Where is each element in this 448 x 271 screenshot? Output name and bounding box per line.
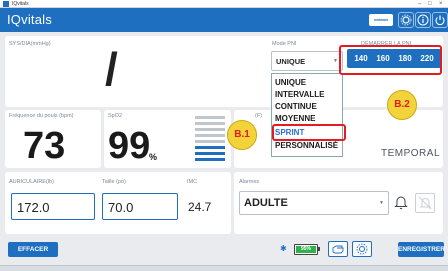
battery-level: 95%: [296, 246, 316, 253]
mode-pni-dropdown[interactable]: UNIQUE ▼: [271, 51, 343, 71]
pulse-panel: Fréquence du pouls (bpm) 73: [5, 110, 101, 168]
spo2-label: SpO2: [108, 113, 123, 119]
alarm-mute-icon[interactable]: [415, 193, 435, 213]
settings-icon[interactable]: [352, 241, 372, 257]
save-button[interactable]: ENREGISTRER: [398, 242, 445, 257]
chevron-down-icon: ▼: [333, 58, 338, 64]
midmark-logo: midmark: [369, 14, 393, 26]
option-moyenne[interactable]: MOYENNE: [275, 114, 315, 123]
annotation-b1-frame: [272, 124, 346, 141]
alarms-panel: Alarmes ADULTE ▼: [234, 172, 443, 234]
imc-value: 24.7: [188, 200, 212, 214]
window-title: IQvitals: [12, 1, 29, 7]
app-icon: [3, 1, 9, 7]
window-titlebar: IQvitals – □ ×: [0, 0, 448, 8]
auricular-input[interactable]: 172.0: [11, 193, 95, 220]
battery-tip: [318, 247, 320, 251]
bluetooth-icon: ✱: [280, 244, 287, 253]
auricular-value: 172.0: [17, 200, 50, 215]
maximize-button[interactable]: □: [428, 0, 432, 8]
alarms-selected: ADULTE: [244, 197, 288, 209]
option-intervalle[interactable]: INTERVALLE: [275, 90, 324, 99]
pulse-label: Fréquence du pouls (bpm): [9, 113, 74, 119]
temperature-unit-label: (F): [255, 113, 263, 119]
height-label: Taille (po): [102, 179, 126, 185]
annotation-b1-badge: B.1: [227, 120, 257, 150]
clear-button[interactable]: EFFACER: [8, 242, 58, 257]
option-unique[interactable]: UNIQUE: [275, 78, 306, 87]
option-continue[interactable]: CONTINUE: [275, 102, 317, 111]
hand-icon[interactable]: [328, 241, 348, 257]
alarms-dropdown[interactable]: ADULTE ▼: [239, 191, 389, 215]
battery-icon: 95%: [294, 244, 318, 255]
chevron-down-icon: ▼: [379, 200, 384, 206]
mode-pni-label: Mode PNI: [272, 41, 297, 47]
brand-name: IQvitals: [7, 12, 52, 27]
spo2-panel: SpO2 99 %: [104, 110, 231, 168]
pulse-value: 73: [23, 125, 66, 167]
close-window-button[interactable]: ×: [439, 0, 443, 8]
mode-pni-selected: UNIQUE: [276, 57, 306, 66]
spo2-unit: %: [149, 152, 158, 162]
spo2-value: 99: [108, 125, 151, 167]
settings-gear-icon[interactable]: [398, 12, 414, 28]
height-value: 70.0: [108, 200, 134, 215]
annotation-b2-badge: B.2: [387, 90, 417, 120]
bp-label: SYS/DIA(mmHg): [9, 41, 51, 47]
height-input[interactable]: 70.0: [102, 193, 178, 220]
imc-label: IMC: [187, 179, 198, 185]
mode-pni-options-list: UNIQUE INTERVALLE CONTINUE MOYENNE SPRIN…: [271, 73, 343, 157]
annotation-b2-frame: [339, 45, 442, 75]
info-icon[interactable]: [415, 12, 431, 28]
auricular-label: AURICULAIRE(lb): [9, 179, 54, 185]
app-header: IQvitals midmark: [0, 8, 448, 32]
window-bottom-strip: [0, 265, 448, 271]
temperature-mode: TEMPORAL: [381, 148, 441, 159]
measurements-panel: AURICULAIRE(lb) 172.0 Taille (po) 70.0 I…: [5, 172, 231, 234]
option-personnalise[interactable]: PERSONNALISÉ: [275, 141, 338, 150]
power-icon[interactable]: [432, 12, 448, 28]
alarm-bell-icon[interactable]: [392, 193, 410, 211]
bp-value: /: [105, 43, 118, 95]
alarms-label: Alarmes: [239, 179, 260, 185]
minimize-button[interactable]: –: [418, 0, 421, 8]
